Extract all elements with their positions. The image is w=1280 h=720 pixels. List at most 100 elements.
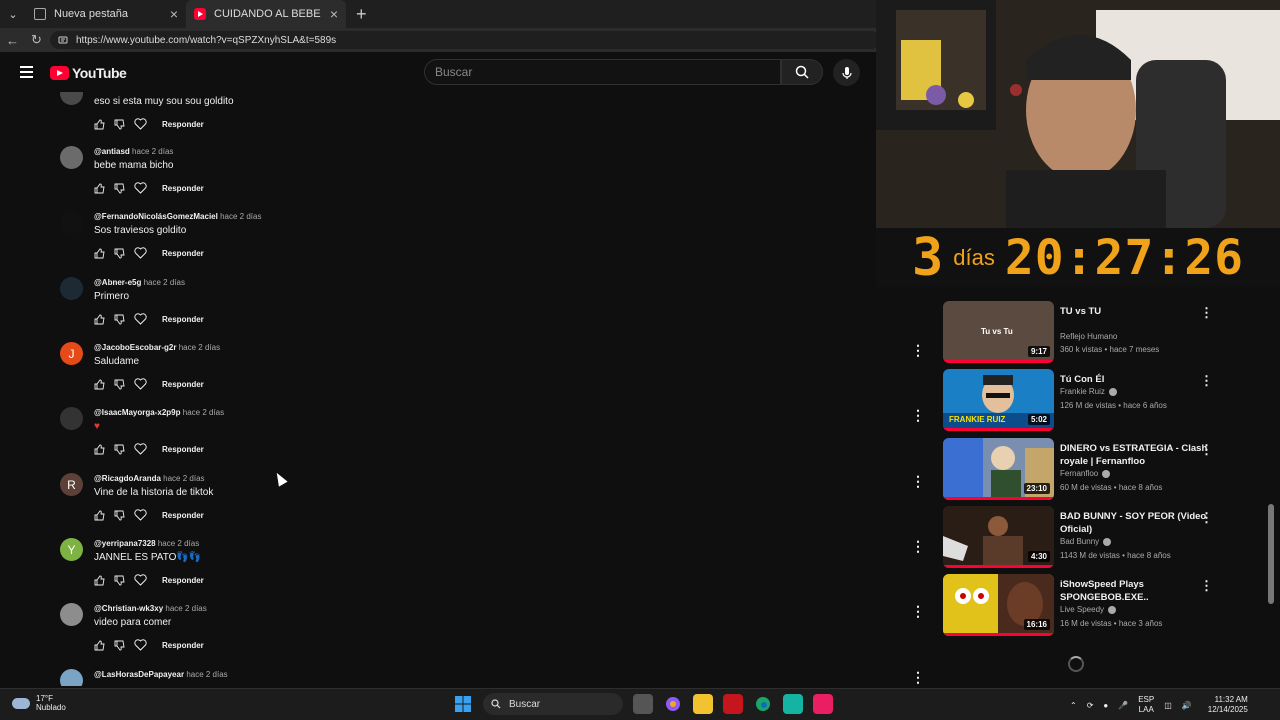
avatar[interactable] [60,407,83,430]
avatar[interactable]: J [60,342,83,365]
edge-icon[interactable] [753,694,773,714]
reply-button[interactable]: Responder [162,184,204,193]
avatar[interactable] [60,277,83,300]
network-icon[interactable]: ◫ [1164,701,1172,710]
heart-icon[interactable] [134,118,147,130]
more-options-icon[interactable]: ⋮ [1200,373,1213,389]
comment-time[interactable]: hace 2 días [179,343,220,352]
thumbs-down-icon[interactable] [114,575,125,586]
avatar[interactable] [60,211,83,234]
video-channel[interactable]: Frankie Ruiz [1060,387,1117,396]
thumbs-down-icon[interactable] [114,510,125,521]
xbox-app-icon[interactable] [783,694,803,714]
tiktok-icon[interactable] [813,694,833,714]
language-indicator[interactable]: ESP LAA [1138,695,1154,715]
close-icon[interactable]: × [330,6,338,22]
heart-icon[interactable] [134,182,147,194]
more-options-icon[interactable]: ⋮ [1200,442,1213,458]
page-scrollbar[interactable] [1268,504,1274,604]
back-icon[interactable]: ← [6,33,19,48]
thumbs-up-icon[interactable] [94,575,105,586]
video-title[interactable]: DINERO vs ESTRATEGIA - Clash royale | Fe… [1060,442,1210,468]
comment-time[interactable]: hace 2 días [163,474,204,483]
copilot-icon[interactable] [663,694,683,714]
video-channel[interactable]: Bad Bunny [1060,537,1112,546]
site-info-icon[interactable] [58,35,68,45]
thumbs-up-icon[interactable] [94,444,105,455]
reply-button[interactable]: Responder [162,120,204,129]
heart-icon[interactable] [134,313,147,325]
channel-name[interactable]: Frankie Ruiz [1060,387,1105,396]
comment-time[interactable]: hace 2 días [183,408,224,417]
app-tray-icon[interactable]: ● [1103,701,1108,710]
more-options-icon[interactable]: ⋮ [911,342,925,359]
reply-button[interactable]: Responder [162,641,204,650]
taskbar-search[interactable]: Buscar [483,693,623,715]
windows-start-icon[interactable] [453,694,473,714]
video-thumbnail[interactable]: Tu vs Tu 9:17 [943,301,1054,363]
thumbs-down-icon[interactable] [114,314,125,325]
more-options-icon[interactable]: ⋮ [911,473,925,490]
tab-youtube-video[interactable]: CUIDANDO AL BEBE DEL DIABLO | × [186,0,346,28]
comment-time[interactable]: hace 2 días [144,278,185,287]
video-channel[interactable]: Fernanfloo [1060,469,1111,478]
more-options-icon[interactable]: ⋮ [1200,510,1213,526]
video-channel[interactable]: Reflejo Humano [1060,332,1117,341]
comment-time[interactable]: hace 2 días [220,212,261,221]
video-title[interactable]: iShowSpeed Plays SPONGEBOB.EXE.. [1060,578,1210,604]
comment-author[interactable]: @RicagdoAranda [94,474,161,483]
task-view-icon[interactable] [633,694,653,714]
channel-name[interactable]: Live Speedy [1060,605,1104,614]
sync-icon[interactable]: ⟳ [1087,701,1094,710]
video-thumbnail[interactable]: 16:16 [943,574,1054,636]
thumbs-up-icon[interactable] [94,640,105,651]
taskbar-clock[interactable]: 11:32 AM 12/14/2025 [1208,695,1248,715]
heart-icon[interactable] [134,443,147,455]
comment-author[interactable]: @yerripana7328 [94,539,156,548]
recommended-video[interactable]: FRANKIE RUIZ 5:02 Tú Con Él Frankie Ruiz… [943,369,1223,433]
close-icon[interactable]: × [170,6,178,22]
video-title[interactable]: Tú Con Él [1060,373,1210,386]
thumbs-down-icon[interactable] [114,119,125,130]
comment-author[interactable]: @JacoboEscobar-g2r [94,343,177,352]
thumbs-down-icon[interactable] [114,444,125,455]
avatar[interactable]: Y [60,538,83,561]
thumbs-up-icon[interactable] [94,314,105,325]
thumbs-down-icon[interactable] [114,379,125,390]
thumbs-down-icon[interactable] [114,183,125,194]
recommended-video[interactable]: 16:16 iShowSpeed Plays SPONGEBOB.EXE.. L… [943,574,1223,638]
reload-icon[interactable]: ↻ [31,32,42,48]
heart-icon[interactable] [134,247,147,259]
reply-button[interactable]: Responder [162,249,204,258]
thumbs-up-icon[interactable] [94,119,105,130]
comment-author[interactable]: @Christian-wk3xy [94,604,163,613]
thumbs-up-icon[interactable] [94,183,105,194]
channel-name[interactable]: Bad Bunny [1060,537,1099,546]
voice-search-button[interactable] [833,59,860,86]
video-channel[interactable]: Live Speedy [1060,605,1117,614]
comment-time[interactable]: hace 2 días [158,539,199,548]
reply-button[interactable]: Responder [162,576,204,585]
more-options-icon[interactable]: ⋮ [911,407,925,424]
tab-new-tab[interactable]: Nueva pestaña × [26,0,186,28]
video-title[interactable]: BAD BUNNY - SOY PEOR (Video Oficial) [1060,510,1210,536]
avatar[interactable] [60,669,83,686]
comment-author[interactable]: @IsaacMayorga-x2p9p [94,408,181,417]
more-options-icon[interactable]: ⋮ [911,603,925,620]
thumbs-up-icon[interactable] [94,248,105,259]
reply-button[interactable]: Responder [162,315,204,324]
search-button[interactable] [781,59,823,85]
video-thumbnail[interactable]: 4:30 [943,506,1054,568]
youtube-logo[interactable]: YouTube [50,65,127,81]
recommended-video[interactable]: Tu vs Tu 9:17 TU vs TU Reflejo Humano 36… [943,301,1223,365]
reply-button[interactable]: Responder [162,445,204,454]
volume-icon[interactable]: 🔊 [1182,701,1192,710]
avatar[interactable] [60,603,83,626]
comment-time[interactable]: hace 2 días [165,604,206,613]
comment-author[interactable]: @antiasd [94,147,130,156]
more-options-icon[interactable]: ⋮ [1200,305,1213,321]
more-options-icon[interactable]: ⋮ [911,669,925,686]
search-input[interactable] [435,65,780,79]
recommended-video[interactable]: 23:10 DINERO vs ESTRATEGIA - Clash royal… [943,438,1223,502]
comment-author[interactable]: @Abner-e5g [94,278,141,287]
